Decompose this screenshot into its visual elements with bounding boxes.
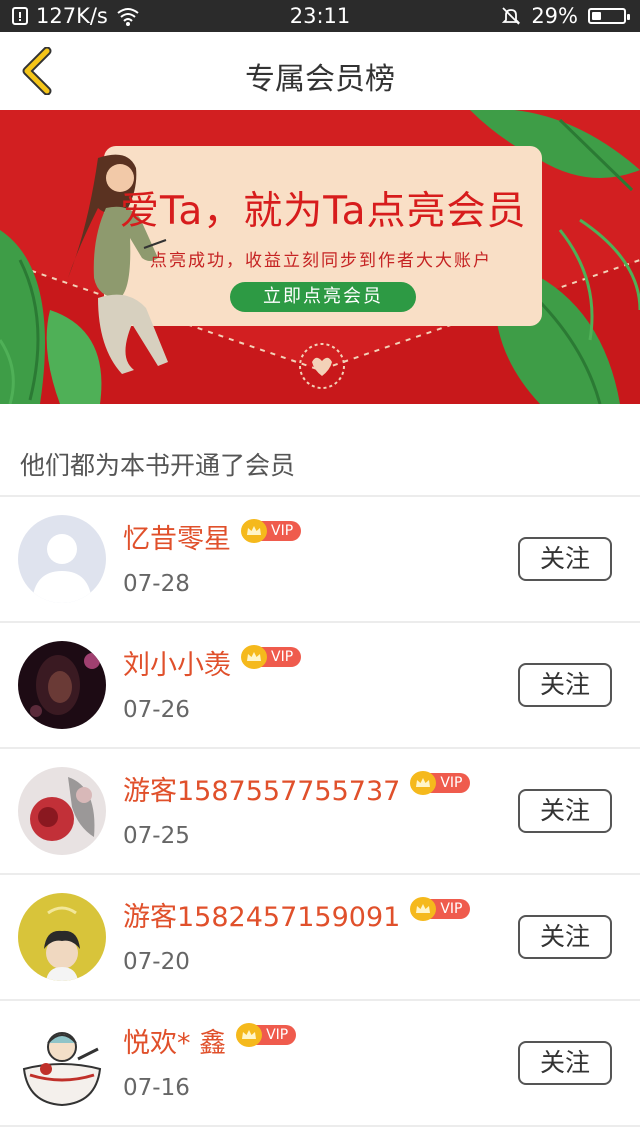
banner-headline: 爱Ta，就为Ta点亮会员	[120, 189, 527, 234]
page-title: 专属会员榜	[245, 62, 395, 97]
section-title: 他们都为本书开通了会员	[20, 451, 296, 480]
list-item[interactable]: 忆昔零星 VIP 07-28 关注	[0, 497, 640, 623]
user-photo-icon	[18, 1019, 106, 1107]
member-name[interactable]: 悦欢* 鑫	[123, 1027, 226, 1061]
crown-icon	[241, 645, 267, 669]
battery-fill	[592, 12, 601, 20]
list-item[interactable]: 刘小小羡 VIP 07-26 关注	[0, 623, 640, 749]
follow-button[interactable]: 关注	[518, 1041, 612, 1085]
vip-badge: VIP	[241, 645, 302, 669]
name-line: 悦欢* 鑫 VIP	[123, 1023, 297, 1061]
mute-bell-icon	[502, 7, 521, 25]
vip-badge: VIP	[410, 771, 471, 795]
list-item[interactable]: 游客1587557755737 VIP 07-25 关注	[0, 749, 640, 875]
name-line: 游客1587557755737 VIP	[123, 771, 471, 809]
user-photo-icon	[18, 893, 106, 981]
vip-badge: VIP	[241, 519, 302, 543]
avatar[interactable]	[18, 515, 106, 603]
list-item[interactable]: 悦欢* 鑫 VIP 07-16 关注	[0, 1001, 640, 1127]
member-name[interactable]: 忆昔零星	[123, 523, 231, 557]
member-name[interactable]: 游客1582457159091	[123, 901, 400, 935]
crown-icon	[236, 1023, 263, 1047]
banner-subline: 点亮成功，收益立刻同步到作者大大账户	[150, 251, 492, 271]
promo-banner[interactable]: 爱Ta，就为Ta点亮会员 点亮成功，收益立刻同步到作者大大账户 立即点亮会员	[0, 110, 640, 404]
battery-icon	[588, 8, 630, 24]
crown-icon	[241, 519, 267, 543]
member-date: 07-20	[123, 949, 190, 975]
default-avatar-icon	[18, 515, 106, 603]
status-bar: 127K/s 23:11 29%	[0, 0, 640, 32]
follow-button[interactable]: 关注	[518, 537, 612, 581]
user-photo-icon	[18, 641, 106, 729]
member-list: 忆昔零星 VIP 07-28 关注 刘小小羡 VIP 07-26 关注 游客15…	[0, 497, 640, 1127]
status-right: 29%	[501, 4, 630, 28]
member-name[interactable]: 游客1587557755737	[123, 775, 400, 809]
follow-button[interactable]: 关注	[518, 663, 612, 707]
avatar[interactable]	[18, 1019, 106, 1107]
banner-cta-button[interactable]: 立即点亮会员	[230, 282, 416, 312]
avatar[interactable]	[18, 767, 106, 855]
member-name[interactable]: 刘小小羡	[123, 649, 231, 683]
name-line: 忆昔零星 VIP	[123, 519, 302, 557]
member-date: 07-25	[123, 823, 190, 849]
follow-button[interactable]: 关注	[518, 915, 612, 959]
follow-button[interactable]: 关注	[518, 789, 612, 833]
name-line: 游客1582457159091 VIP	[123, 897, 471, 935]
list-item[interactable]: 游客1582457159091 VIP 07-20 关注	[0, 875, 640, 1001]
avatar[interactable]	[18, 893, 106, 981]
member-date: 07-26	[123, 697, 190, 723]
member-date: 07-16	[123, 1075, 190, 1101]
member-date: 07-28	[123, 571, 190, 597]
header: 专属会员榜	[0, 32, 640, 110]
avatar[interactable]	[18, 641, 106, 729]
user-photo-icon	[18, 767, 106, 855]
vip-badge: VIP	[410, 897, 471, 921]
vip-badge: VIP	[236, 1023, 297, 1047]
battery-percent: 29%	[531, 4, 578, 28]
name-line: 刘小小羡 VIP	[123, 645, 302, 683]
